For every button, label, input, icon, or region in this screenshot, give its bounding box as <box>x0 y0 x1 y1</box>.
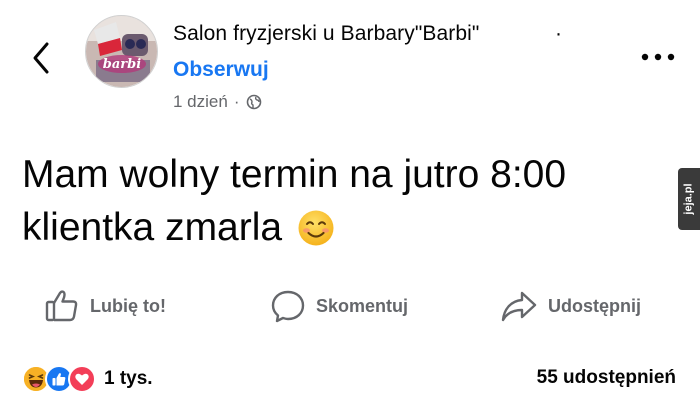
page-avatar[interactable]: barbi <box>85 15 158 88</box>
love-reaction-icon <box>68 365 96 393</box>
globe-icon <box>246 94 261 110</box>
name-separator: · <box>555 22 562 45</box>
share-button[interactable]: Udostępnij <box>500 286 641 326</box>
more-dots-icon <box>641 53 675 61</box>
comment-bubble-icon <box>271 290 305 323</box>
comment-button[interactable]: Skomentuj <box>270 286 408 326</box>
share-label: Udostępnij <box>548 295 641 316</box>
back-button[interactable] <box>26 38 56 78</box>
share-arrow-icon <box>501 291 537 322</box>
post-line-1: Mam wolny termin na jutro 8:00 <box>22 153 567 196</box>
thumbs-up-icon <box>45 290 78 322</box>
post-line-2: klientka zmarla <box>22 201 662 254</box>
like-button[interactable]: Lubię to! <box>44 286 166 326</box>
avatar-image: barbi <box>86 16 157 87</box>
watermark-text: jeja.pl <box>683 183 695 215</box>
meta-separator: · <box>233 92 240 111</box>
post-line-2-text: klientka zmarla <box>22 206 283 249</box>
reactions-summary[interactable]: 1 tys. <box>22 364 153 394</box>
follow-button[interactable]: Obserwuj <box>173 58 269 82</box>
share-count[interactable]: 55 udostępnień <box>537 367 676 389</box>
page-name[interactable]: Salon fryzjerski u Barbary"Barbi" <box>173 22 480 46</box>
more-options-button[interactable] <box>636 45 680 69</box>
chevron-left-icon <box>33 42 49 74</box>
watermark-tab: jeja.pl <box>678 168 700 230</box>
like-label: Lubię to! <box>90 295 166 316</box>
post-text: Mam wolny termin na jutro 8:00 klientka … <box>22 148 662 254</box>
reaction-count: 1 tys. <box>104 368 153 389</box>
post-time[interactable]: 1 dzień <box>173 92 228 112</box>
smiling-face-emoji <box>298 210 334 246</box>
svg-text:barbi: barbi <box>103 57 141 72</box>
post-meta: 1 dzień · <box>173 92 262 112</box>
comment-label: Skomentuj <box>316 295 409 316</box>
